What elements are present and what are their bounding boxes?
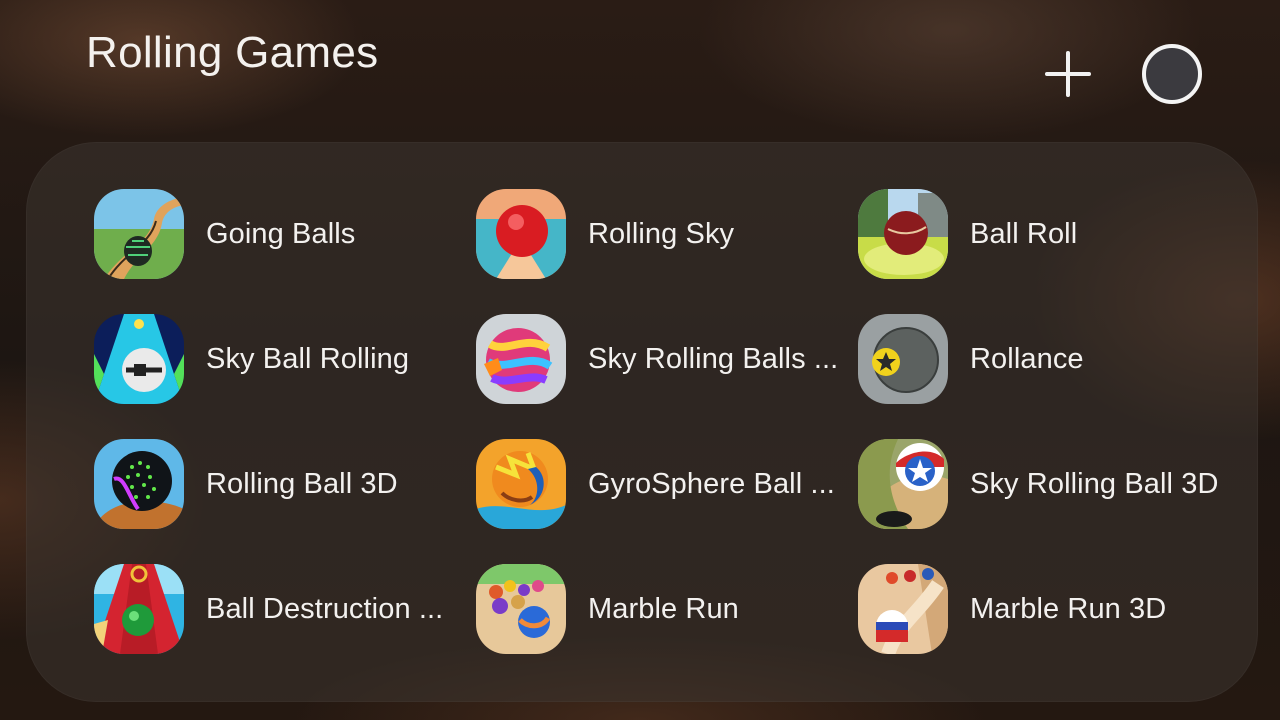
ball-destruction-icon bbox=[94, 564, 184, 654]
app-label: Sky Ball Rolling bbox=[206, 342, 410, 375]
app-ball-roll[interactable]: Ball Roll bbox=[858, 188, 1224, 280]
app-rolling-ball-3d[interactable]: Rolling Ball 3D bbox=[94, 438, 476, 530]
marble-run-3d-icon bbox=[858, 564, 948, 654]
app-label: Marble Run bbox=[588, 592, 739, 625]
sky-rolling-ball-3d-icon bbox=[858, 439, 948, 529]
gyrosphere-ball-icon bbox=[476, 439, 566, 529]
rolling-ball-3d-icon bbox=[94, 439, 184, 529]
app-label: Sky Rolling Ball 3D bbox=[970, 467, 1219, 500]
folder-title: Rolling Games bbox=[86, 28, 379, 77]
going-balls-icon bbox=[94, 189, 184, 279]
app-label: Ball Roll bbox=[970, 217, 1078, 250]
app-marble-run-3d[interactable]: Marble Run 3D bbox=[858, 563, 1224, 655]
app-label: Rolling Ball 3D bbox=[206, 467, 398, 500]
folder-color-button[interactable] bbox=[1142, 44, 1202, 104]
app-label: GyroSphere Ball ... bbox=[588, 467, 835, 500]
app-label: Going Balls bbox=[206, 217, 356, 250]
marble-run-icon bbox=[476, 564, 566, 654]
app-label: Marble Run 3D bbox=[970, 592, 1167, 625]
app-sky-ball-rolling[interactable]: Sky Ball Rolling bbox=[94, 313, 476, 405]
add-app-button[interactable] bbox=[1040, 46, 1096, 102]
app-rollance[interactable]: Rollance bbox=[858, 313, 1224, 405]
app-sky-rolling-ball-3d[interactable]: Sky Rolling Ball 3D bbox=[858, 438, 1224, 530]
app-rolling-sky[interactable]: Rolling Sky bbox=[476, 188, 858, 280]
app-ball-destruction[interactable]: Ball Destruction ... bbox=[94, 563, 476, 655]
sky-ball-rolling-icon bbox=[94, 314, 184, 404]
rolling-sky-icon bbox=[476, 189, 566, 279]
app-label: Rollance bbox=[970, 342, 1084, 375]
sky-rolling-balls-icon bbox=[476, 314, 566, 404]
app-sky-rolling-balls[interactable]: Sky Rolling Balls ... bbox=[476, 313, 858, 405]
app-label: Rolling Sky bbox=[588, 217, 735, 250]
app-gyrosphere-ball[interactable]: GyroSphere Ball ... bbox=[476, 438, 858, 530]
app-marble-run[interactable]: Marble Run bbox=[476, 563, 858, 655]
rollance-icon bbox=[858, 314, 948, 404]
app-grid: Going Balls Rolling Sky Ball Roll Sky Ba… bbox=[94, 188, 1224, 688]
app-label: Ball Destruction ... bbox=[206, 592, 444, 625]
ball-roll-icon bbox=[858, 189, 948, 279]
app-going-balls[interactable]: Going Balls bbox=[94, 188, 476, 280]
app-label: Sky Rolling Balls ... bbox=[588, 342, 839, 375]
